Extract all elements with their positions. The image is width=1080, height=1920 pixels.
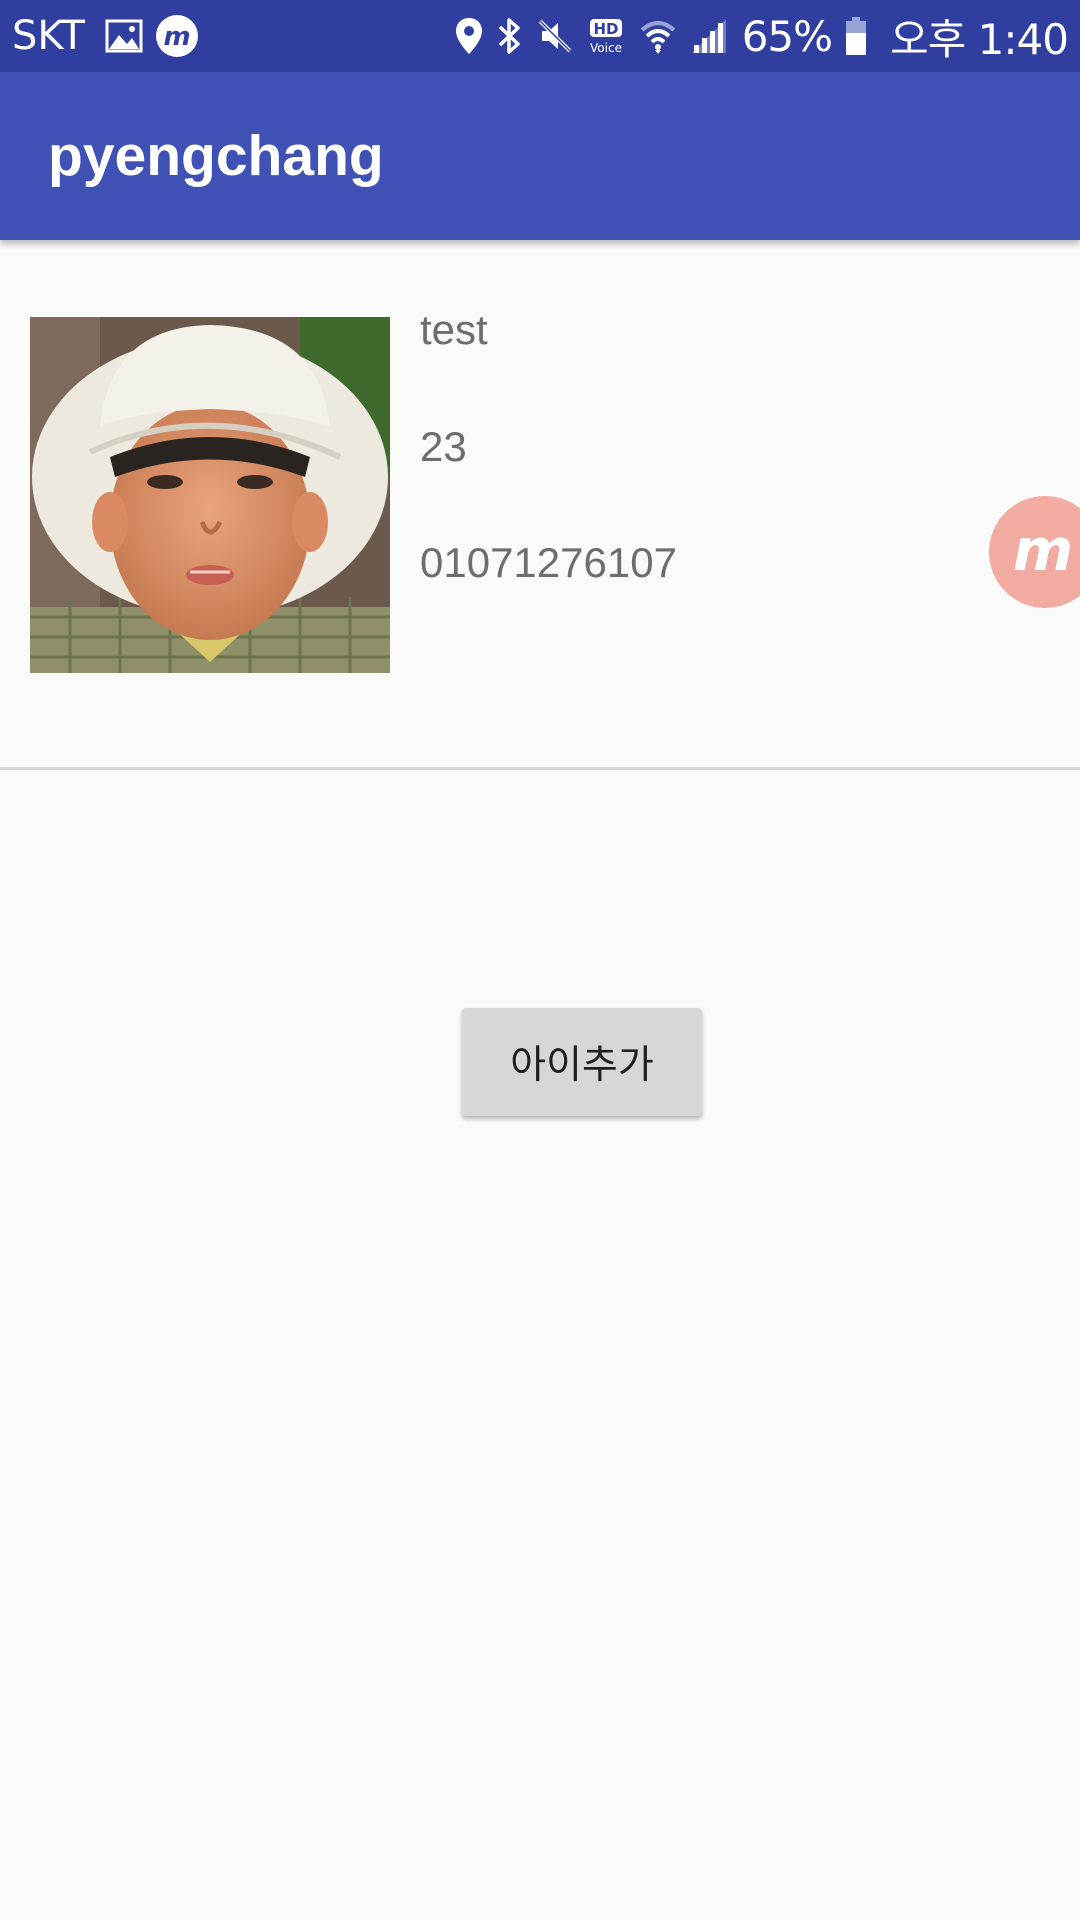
app-bar: pyengchang bbox=[0, 72, 1080, 240]
list-divider bbox=[0, 767, 1080, 770]
voice-label: Voice bbox=[590, 41, 622, 55]
child-age: 23 bbox=[420, 423, 467, 470]
status-bar-right: HD Voice 65% 오후 1:40 bbox=[448, 0, 1069, 72]
child-list-item[interactable]: test 23 01071276107 bbox=[0, 240, 1080, 768]
status-bar-left: SKT m bbox=[12, 0, 205, 72]
add-child-button[interactable]: 아이추가 bbox=[462, 1008, 702, 1116]
mobizen-icon: m bbox=[155, 14, 199, 58]
hd-voice-icon: HD Voice bbox=[586, 16, 626, 56]
wifi-icon bbox=[638, 16, 678, 56]
svg-text:m: m bbox=[163, 22, 190, 52]
hd-label: HD bbox=[593, 20, 618, 38]
location-icon bbox=[454, 16, 484, 56]
gallery-icon bbox=[105, 19, 143, 53]
battery-icon bbox=[844, 15, 868, 57]
signal-icon bbox=[690, 17, 728, 55]
mute-icon bbox=[536, 17, 574, 55]
bluetooth-icon bbox=[496, 16, 524, 56]
status-bar: SKT m HD Voice 65% 오후 1:40 bbox=[0, 0, 1080, 72]
app-title: pyengchang bbox=[48, 124, 384, 188]
battery-percent: 65% bbox=[741, 11, 833, 61]
bubble-letter: m bbox=[1013, 522, 1073, 582]
clock: 오후 1:40 bbox=[890, 14, 1069, 64]
carrier-label: SKT bbox=[12, 13, 85, 59]
child-photo bbox=[30, 317, 390, 673]
child-phone: 01071276107 bbox=[420, 539, 677, 586]
child-name: test bbox=[420, 306, 488, 353]
